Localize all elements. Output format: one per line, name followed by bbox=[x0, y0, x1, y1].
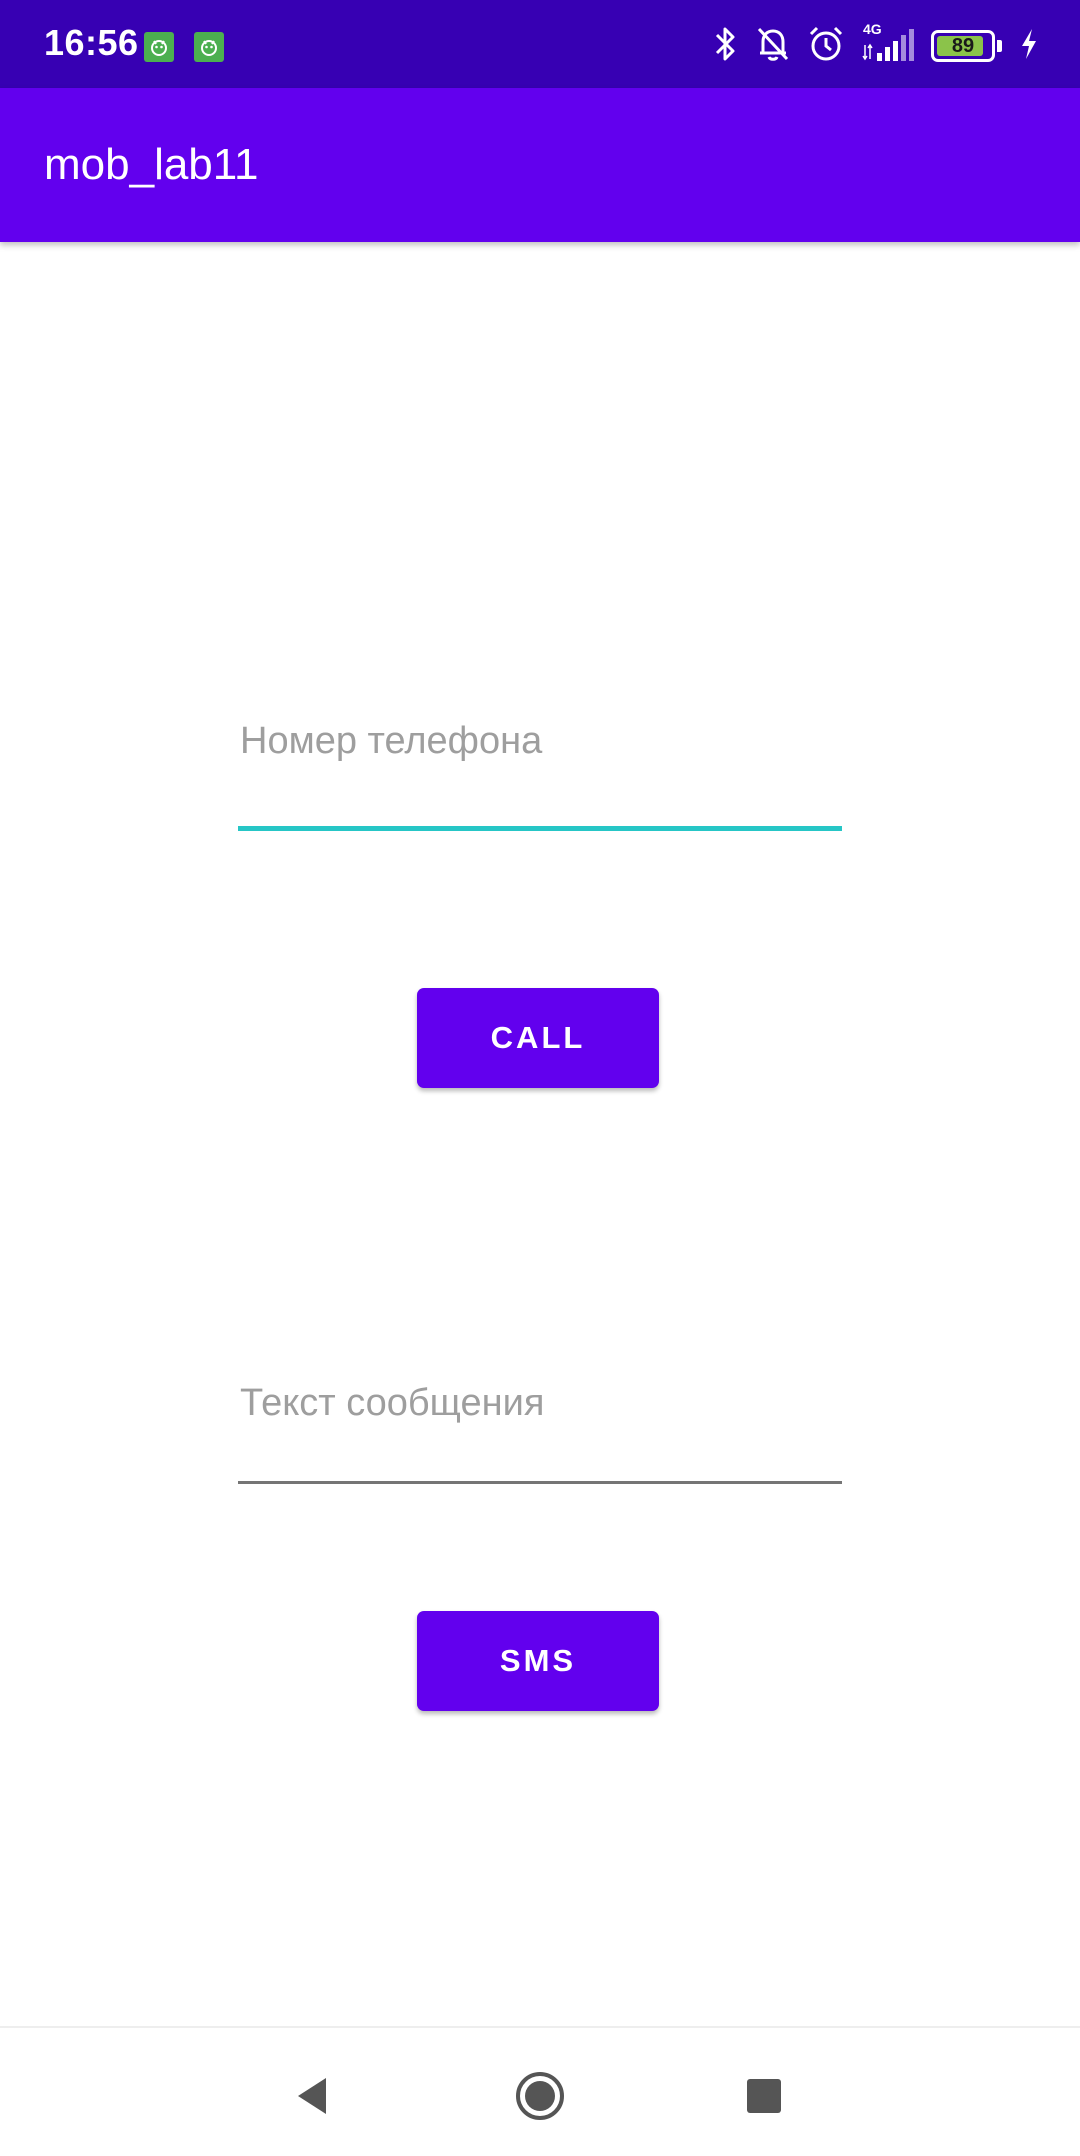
notification-app-icon bbox=[144, 32, 174, 62]
battery-level: 89 bbox=[951, 34, 975, 57]
sms-button[interactable]: SMS bbox=[417, 1611, 659, 1711]
phone-number-placeholder: Номер телефона bbox=[240, 720, 543, 762]
back-icon[interactable] bbox=[284, 2068, 340, 2124]
app-title: mob_lab11 bbox=[44, 140, 259, 189]
notification-app-icon bbox=[194, 32, 224, 62]
home-icon[interactable] bbox=[512, 2068, 568, 2124]
bell-off-icon bbox=[755, 25, 791, 68]
signal-icon: 4G bbox=[861, 21, 915, 68]
network-label: 4G bbox=[863, 20, 882, 37]
battery-icon: 89 bbox=[931, 30, 1002, 62]
app-bar: mob_lab11 bbox=[0, 88, 1080, 242]
bluetooth-icon bbox=[713, 25, 739, 68]
phone-number-underline bbox=[238, 826, 842, 831]
navigation-bar bbox=[0, 2026, 1080, 2156]
call-button[interactable]: CALL bbox=[417, 988, 659, 1088]
status-bar: 16:56 4G 89 bbox=[0, 0, 1080, 88]
status-icons: 4G 89 bbox=[713, 21, 1040, 68]
status-time: 16:56 bbox=[44, 22, 139, 63]
alarm-icon bbox=[807, 25, 845, 68]
charging-icon bbox=[1018, 27, 1040, 66]
recents-icon[interactable] bbox=[736, 2068, 792, 2124]
phone-number-field[interactable]: Номер телефона bbox=[238, 700, 842, 834]
message-text-field[interactable]: Текст сообщения bbox=[238, 1362, 842, 1486]
message-text-underline bbox=[238, 1481, 842, 1484]
message-text-placeholder: Текст сообщения bbox=[240, 1382, 545, 1424]
